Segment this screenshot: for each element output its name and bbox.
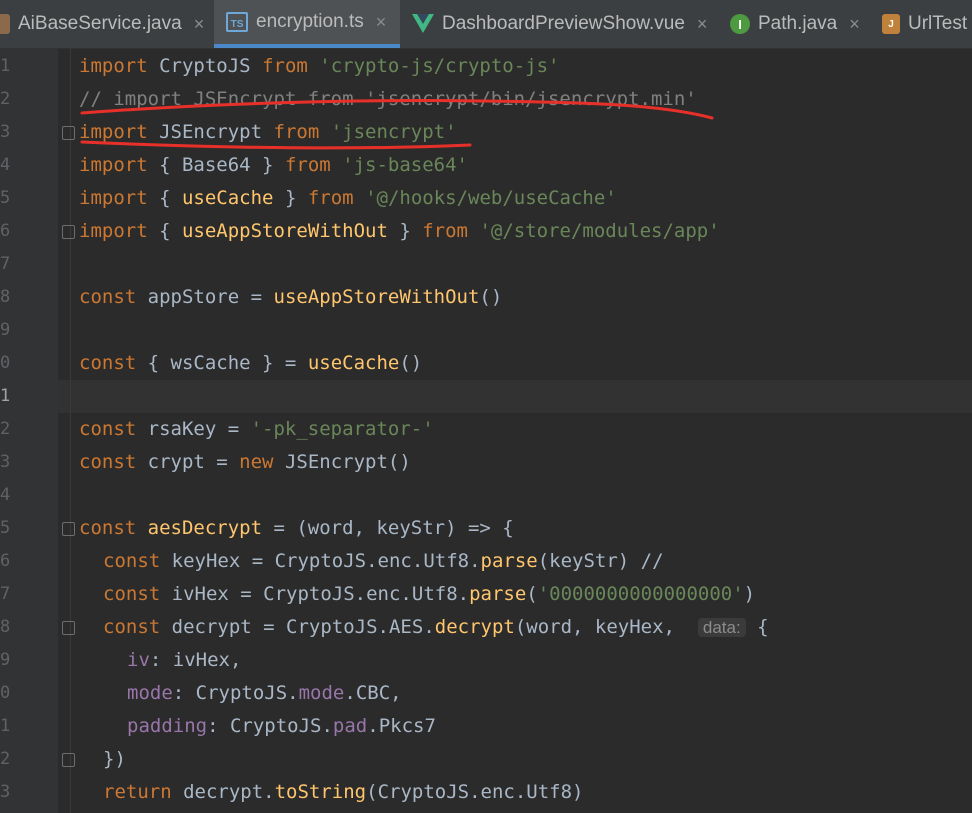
annotation-underline-line2 (80, 99, 714, 120)
annotation-underline-line3 (80, 140, 472, 150)
red-annotation-strokes (80, 99, 714, 150)
